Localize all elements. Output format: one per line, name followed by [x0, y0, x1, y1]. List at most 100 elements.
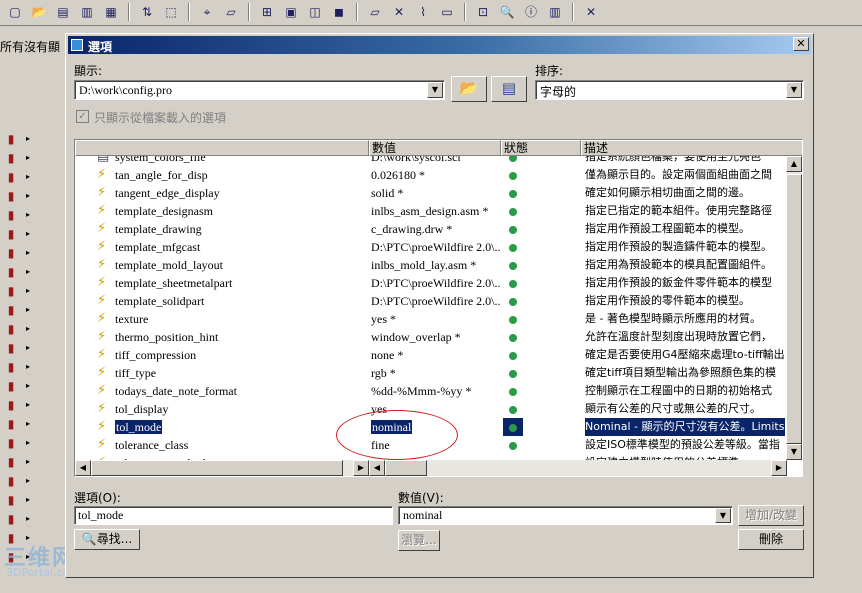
- datum-icon[interactable]: ⌖: [196, 2, 218, 22]
- table-row[interactable]: ⚡ tiff_compression none * 確定是否要使用G4壓縮來處理to-…: [75, 346, 787, 364]
- scroll-left-icon[interactable]: ◀: [75, 460, 91, 476]
- mirror-icon[interactable]: ▮: [0, 358, 22, 376]
- dialog-titlebar[interactable]: 選項 ✕: [68, 36, 811, 54]
- table-row[interactable]: ⚡ template_sheetmetalpart D:\PTC\proeWildf…: [75, 274, 787, 292]
- save-file-button[interactable]: ▤: [491, 76, 527, 102]
- flyout-arrow-icon[interactable]: ▸: [26, 491, 34, 509]
- round-icon[interactable]: ▮: [0, 244, 22, 262]
- point-icon[interactable]: ▮: [0, 472, 22, 490]
- header-value[interactable]: 數值: [369, 140, 501, 156]
- find-button[interactable]: 🔍尋找...: [74, 529, 140, 550]
- delete-button[interactable]: 刪除: [738, 529, 804, 550]
- edit-icon[interactable]: ▱: [364, 2, 386, 22]
- chevron-down-icon[interactable]: ▼: [786, 82, 802, 98]
- table-row[interactable]: ⚡ tangent_edge_display solid * 確定如何顯示相切曲面之間…: [75, 184, 787, 202]
- flyout-arrow-icon[interactable]: ▸: [26, 130, 34, 148]
- close-icon[interactable]: ✕: [580, 2, 602, 22]
- add-change-button[interactable]: 增加/改變: [738, 505, 804, 526]
- vertical-scrollbar[interactable]: ▲ ▼: [786, 156, 802, 460]
- table-row[interactable]: ⚡ texture yes * 是 - 著色模型時顯示所應用的材質。: [75, 310, 787, 328]
- measure-icon[interactable]: ⊡: [472, 2, 494, 22]
- flyout-arrow-icon[interactable]: ▸: [26, 472, 34, 490]
- scroll-down-icon[interactable]: ▼: [786, 444, 802, 460]
- table-row[interactable]: ⚡ template_solidpart D:\PTC\proeWildfire 2…: [75, 292, 787, 310]
- horizontal-scroll-thumb[interactable]: [385, 460, 427, 476]
- vertical-scroll-thumb[interactable]: [786, 174, 802, 444]
- surface-icon[interactable]: ▮: [0, 453, 22, 471]
- flyout-arrow-icon[interactable]: ▸: [26, 510, 34, 528]
- merge-icon[interactable]: ▮: [0, 396, 22, 414]
- flyout-arrow-icon[interactable]: ▸: [26, 358, 34, 376]
- table-row[interactable]: ⚡ thermo_position_hint window_overlap * 允許在…: [75, 328, 787, 346]
- table-row[interactable]: ⚡ template_drawing c_drawing.drw * 指定用作預設工程…: [75, 220, 787, 238]
- header-description[interactable]: 描述: [581, 140, 802, 156]
- extrude-icon[interactable]: ▮: [0, 168, 22, 186]
- flyout-arrow-icon[interactable]: ▸: [26, 396, 34, 414]
- trim-icon[interactable]: ▮: [0, 377, 22, 395]
- flyout-arrow-icon[interactable]: ▸: [26, 244, 34, 262]
- flyout-arrow-icon[interactable]: ▸: [26, 168, 34, 186]
- note-icon[interactable]: ▭: [436, 2, 458, 22]
- flyout-arrow-icon[interactable]: ▸: [26, 320, 34, 338]
- flyout-arrow-icon[interactable]: ▸: [26, 206, 34, 224]
- cross-icon[interactable]: ✕: [388, 2, 410, 22]
- table-row[interactable]: ⚡ tan_angle_for_disp 0.026180 * 僅為顯示目的。設定兩個…: [75, 166, 787, 184]
- chevron-down-icon[interactable]: ▼: [715, 508, 731, 523]
- sweep-icon[interactable]: ▮: [0, 206, 22, 224]
- flyout-arrow-icon[interactable]: ▸: [26, 187, 34, 205]
- sort-combo[interactable]: 字母的 ▼: [535, 80, 804, 100]
- regen-icon[interactable]: ⇅: [136, 2, 158, 22]
- show-file-combo[interactable]: D:\work\config.pro ▼: [74, 80, 445, 100]
- search-icon[interactable]: 🔍: [496, 2, 518, 22]
- browse-button[interactable]: 瀏覽...: [398, 530, 440, 551]
- close-button[interactable]: ✕: [793, 37, 809, 51]
- dim-icon[interactable]: ⌇: [412, 2, 434, 22]
- pattern-icon[interactable]: ▮: [0, 339, 22, 357]
- scroll-right-icon[interactable]: ▶: [353, 460, 369, 476]
- flyout-arrow-icon[interactable]: ▸: [26, 453, 34, 471]
- save-as-icon[interactable]: ▥: [76, 2, 98, 22]
- value-combo[interactable]: nominal ▼: [398, 506, 733, 525]
- plane-icon[interactable]: ▮: [0, 510, 22, 528]
- cube-icon[interactable]: ◫: [304, 2, 326, 22]
- print-icon[interactable]: ▦: [100, 2, 122, 22]
- color-icon[interactable]: ▥: [544, 2, 566, 22]
- open-icon[interactable]: 📂: [28, 2, 50, 22]
- flyout-arrow-icon[interactable]: ▸: [26, 377, 34, 395]
- table-row[interactable]: ⚡ template_mfgcast D:\PTC\proeWildfire 2.0…: [75, 238, 787, 256]
- header-status[interactable]: 狀態: [501, 140, 581, 156]
- select-box-icon[interactable]: ⬚: [160, 2, 182, 22]
- chevron-down-icon[interactable]: ▼: [427, 82, 443, 98]
- info-icon[interactable]: ⓘ: [520, 2, 542, 22]
- flyout-arrow-icon[interactable]: ▸: [26, 339, 34, 357]
- new-icon[interactable]: ▮: [0, 130, 22, 148]
- table-row[interactable]: ⚡ template_designasm inlbs_asm_design.asm …: [75, 202, 787, 220]
- option-field[interactable]: tol_mode: [74, 506, 393, 525]
- flyout-arrow-icon[interactable]: ▸: [26, 415, 34, 433]
- shell-icon[interactable]: ▮: [0, 301, 22, 319]
- header-name[interactable]: [75, 140, 369, 156]
- axis-icon[interactable]: ⊞: [256, 2, 278, 22]
- new-icon[interactable]: ▢: [4, 2, 26, 22]
- axis-icon[interactable]: ▮: [0, 491, 22, 509]
- table-row[interactable]: ⚡ template_mold_layout inlbs_mold_lay.asm …: [75, 256, 787, 274]
- curve-icon[interactable]: ▮: [0, 434, 22, 452]
- flyout-arrow-icon[interactable]: ▸: [26, 263, 34, 281]
- revolve-icon[interactable]: ▮: [0, 187, 22, 205]
- open-file-button[interactable]: 📂: [451, 76, 487, 102]
- shade-icon[interactable]: ◼: [328, 2, 350, 22]
- table-row[interactable]: ⚡ todays_date_note_format %dd-%Mmm-%yy * 控制…: [75, 382, 787, 400]
- view-icon[interactable]: ▣: [280, 2, 302, 22]
- hole-icon[interactable]: ▮: [0, 225, 22, 243]
- flyout-arrow-icon[interactable]: ▸: [26, 434, 34, 452]
- flyout-arrow-icon[interactable]: ▸: [26, 282, 34, 300]
- datum-icon[interactable]: ▮: [0, 415, 22, 433]
- scroll-right-icon[interactable]: ▶: [771, 460, 787, 476]
- chamfer-icon[interactable]: ▮: [0, 263, 22, 281]
- plane-icon[interactable]: ▱: [220, 2, 242, 22]
- flyout-arrow-icon[interactable]: ▸: [26, 149, 34, 167]
- scroll-left-icon[interactable]: ◀: [369, 460, 385, 476]
- only-loaded-checkbox[interactable]: ✓: [76, 110, 89, 123]
- flyout-arrow-icon[interactable]: ▸: [26, 301, 34, 319]
- horizontal-scroll-thumb[interactable]: [91, 460, 343, 476]
